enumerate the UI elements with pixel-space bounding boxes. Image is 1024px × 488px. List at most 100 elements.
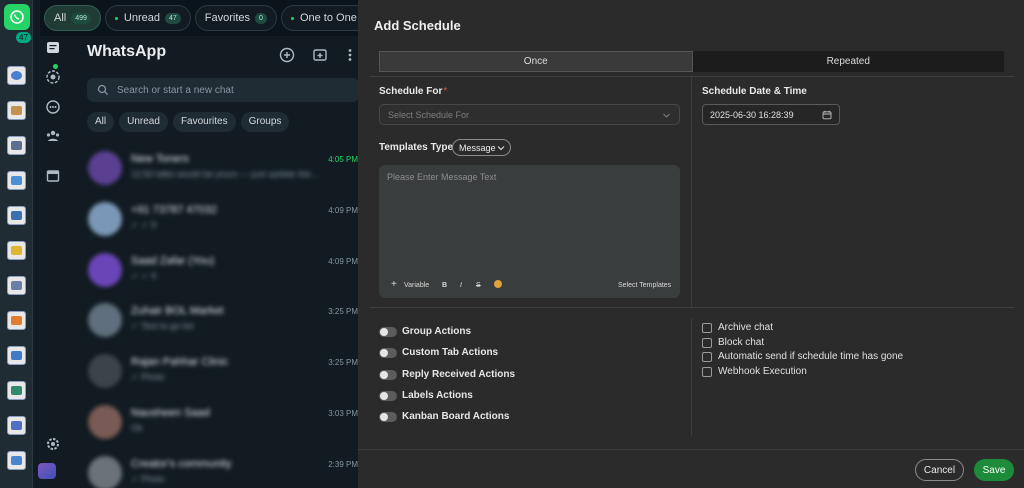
chat-list-item[interactable]: Nausheen Saad Ok 3:03 PM (73, 397, 358, 447)
tab-once[interactable]: Once (379, 51, 693, 72)
profile-avatar[interactable] (38, 463, 56, 479)
app-title: WhatsApp (87, 43, 167, 60)
new-chat-icon[interactable] (279, 47, 295, 63)
message-textarea[interactable] (387, 172, 672, 267)
schedule-type-tabs: Once Repeated (379, 51, 1004, 72)
status-unseen-dot (53, 64, 58, 69)
divider (691, 318, 692, 436)
alert-tool-icon[interactable] (7, 311, 26, 330)
checkbox[interactable] (702, 337, 712, 348)
filter-tab-favorites[interactable]: Favorites 0 (194, 5, 277, 31)
plus-icon[interactable]: + (391, 279, 397, 290)
toggle-switch[interactable] (379, 326, 397, 337)
tab-repeated[interactable]: Repeated (692, 51, 1004, 72)
save-button[interactable]: Save (974, 459, 1014, 481)
status-icon[interactable] (45, 69, 61, 85)
toggle-group-actions[interactable]: Group Actions (379, 326, 471, 337)
bold-button[interactable]: B (442, 282, 447, 289)
insert-variable-button[interactable]: Variable (404, 282, 429, 289)
checkbox-archive-chat[interactable]: Archive chat (702, 322, 773, 333)
support-tool-icon[interactable] (7, 416, 26, 435)
extension-rail (0, 0, 33, 488)
schedule-for-label: Schedule For* (379, 86, 448, 97)
chat-list-item[interactable]: Zuhair BOL Market ✓ Text to go list 3:25… (73, 295, 358, 345)
schedule-datetime-input[interactable]: 2025-06-30 16:28:39 (702, 104, 840, 125)
menu-dots-icon[interactable] (346, 47, 354, 63)
italic-button[interactable]: I (460, 282, 462, 289)
strike-button[interactable]: S (476, 282, 481, 289)
checkbox[interactable] (702, 351, 712, 362)
user-tool-icon[interactable] (7, 451, 26, 470)
toggle-kanban-board-actions[interactable]: Kanban Board Actions (379, 411, 509, 422)
chat-avatar (88, 253, 122, 287)
schedule-for-select[interactable]: Select Schedule For (379, 104, 680, 125)
toggle-labels-actions[interactable]: Labels Actions (379, 390, 473, 401)
chip-unread[interactable]: Unread (119, 112, 168, 132)
chat-filter-chips: All Unread Favourites Groups (87, 112, 290, 132)
required-mark: * (443, 86, 448, 97)
chip-groups[interactable]: Groups (240, 112, 290, 132)
search-icon (97, 84, 109, 96)
chat-avatar (88, 354, 122, 388)
divider (691, 77, 692, 307)
chat-list-item[interactable]: +91 73787 47032 ✓ ✓ 9 4:09 PM (73, 194, 358, 244)
unread-count-badge: 47 (16, 32, 31, 43)
chat-avatar (88, 202, 122, 236)
checkbox[interactable] (702, 322, 712, 333)
toggle-switch[interactable] (379, 390, 397, 401)
toggle-switch[interactable] (379, 347, 397, 358)
select-templates-button[interactable]: Select Templates (618, 282, 671, 289)
chat-avatar (88, 456, 122, 488)
new-group-icon[interactable] (312, 47, 328, 63)
store-icon[interactable] (45, 168, 61, 184)
chat-search-box (87, 78, 359, 102)
contacts-tool-icon[interactable] (7, 171, 26, 190)
toggle-reply-received-actions[interactable]: Reply Received Actions (379, 369, 515, 380)
checkbox[interactable] (702, 366, 712, 377)
templates-type-select[interactable]: Message (452, 139, 511, 156)
checkbox-webhook-execution[interactable]: Webhook Execution (702, 366, 807, 377)
divider (370, 307, 1014, 308)
chip-all[interactable]: All (87, 112, 115, 132)
communities-icon[interactable] (45, 128, 61, 144)
chats-icon[interactable] (45, 40, 61, 56)
bell-tool-icon[interactable] (7, 241, 26, 260)
chat-bubble-tool-icon[interactable] (7, 66, 26, 85)
divider (358, 449, 1024, 450)
calendar-icon (822, 110, 832, 120)
whatsapp-logo-icon[interactable] (4, 4, 30, 30)
gear-tool-icon[interactable] (7, 206, 26, 225)
stack-tool-icon[interactable] (7, 101, 26, 120)
chat-list-item[interactable]: Rajan Pahhar Clinic ✓ Photo 3:25 PM (73, 346, 358, 396)
document-tool-icon[interactable] (7, 136, 26, 155)
chat-avatar (88, 405, 122, 439)
toggle-switch[interactable] (379, 369, 397, 380)
edit-tool-icon[interactable] (7, 276, 26, 295)
chat-avatar (88, 151, 122, 185)
filter-tab-all[interactable]: All 499 (44, 5, 101, 31)
checkbox-block-chat[interactable]: Block chat (702, 337, 764, 348)
toggle-custom-tab-actions[interactable]: Custom Tab Actions (379, 347, 498, 358)
modal-title: Add Schedule (374, 18, 461, 33)
whatsapp-nav-rail (33, 0, 73, 488)
chat-list-item[interactable]: Saad Zafar (You) ✓ ✓ 9 4:09 PM (73, 245, 358, 295)
calendar-tool-icon[interactable] (7, 381, 26, 400)
checkbox-auto-send[interactable]: Automatic send if schedule time has gone (702, 351, 903, 362)
divider (370, 76, 1014, 77)
chart-tool-icon[interactable] (7, 346, 26, 365)
cancel-button[interactable]: Cancel (915, 459, 964, 481)
chat-list-item[interactable]: Creator's community ✓ Photo 2:39 PM (73, 448, 358, 488)
emoji-icon[interactable] (494, 280, 502, 288)
filter-tab-unread[interactable]: Unread 47 (104, 5, 191, 31)
chevron-down-icon (497, 146, 505, 151)
settings-gear-icon[interactable] (45, 436, 61, 452)
channels-icon[interactable] (45, 99, 61, 115)
chat-list-item[interactable]: New Toners 12:50 talks would be yours — … (73, 143, 358, 193)
chip-favourites[interactable]: Favourites (172, 112, 236, 132)
message-editor: + Variable B I S Select Templates (379, 165, 680, 298)
toggle-switch[interactable] (379, 411, 397, 422)
schedule-datetime-label: Schedule Date & Time (702, 86, 807, 97)
filter-tab-strip: All499 Unread47 Favorites0 One to One469 (40, 0, 392, 36)
chat-avatar (88, 303, 122, 337)
search-input[interactable] (117, 82, 347, 98)
